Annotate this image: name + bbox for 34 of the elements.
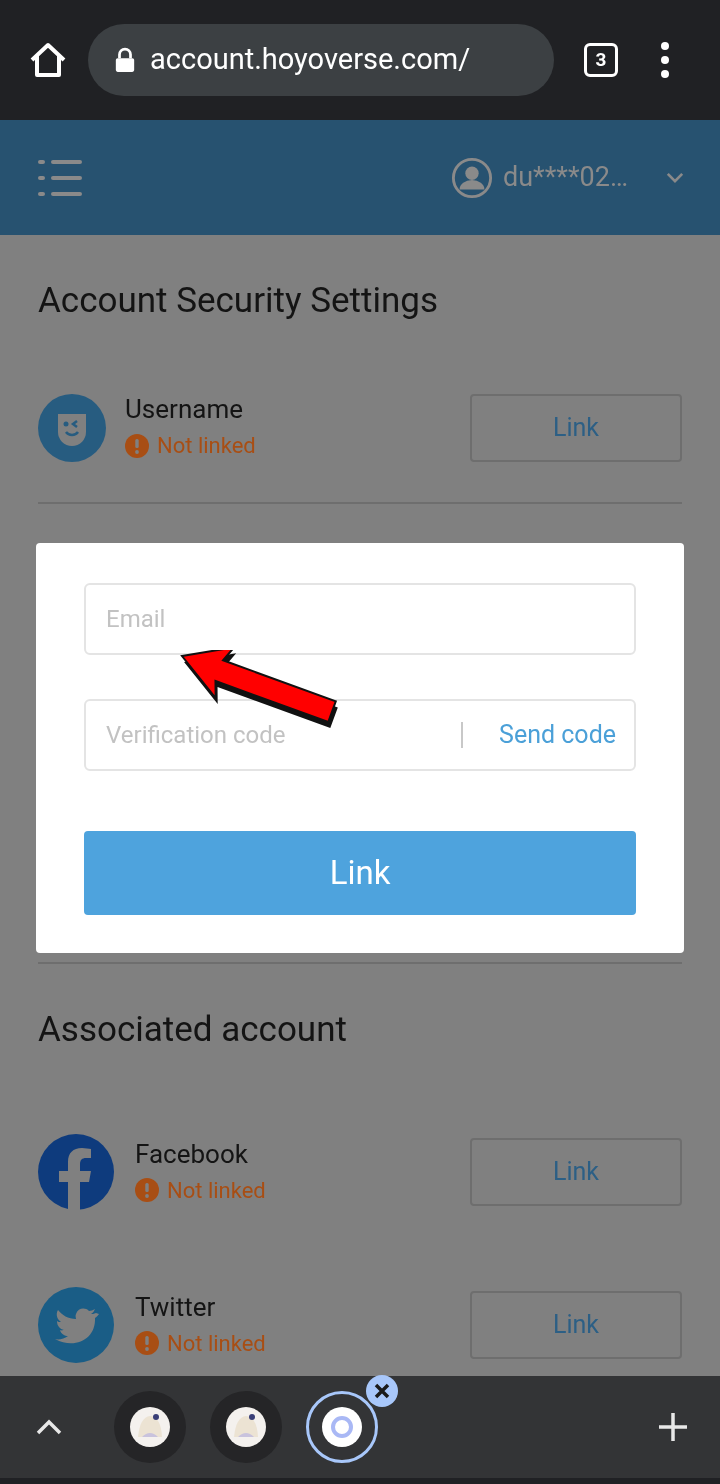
status-text: Not linked xyxy=(157,432,256,460)
link-button[interactable]: Link xyxy=(470,1291,682,1359)
more-icon[interactable] xyxy=(660,40,670,80)
send-code-link[interactable]: Send code xyxy=(499,716,616,754)
home-icon[interactable] xyxy=(28,40,68,80)
account-label: Facebook xyxy=(135,1137,249,1170)
loading-icon xyxy=(322,1407,362,1447)
chevron-up-icon[interactable] xyxy=(36,1419,62,1435)
warning-icon xyxy=(135,1178,159,1202)
link-button[interactable]: Link xyxy=(470,1138,682,1206)
status-text: Not linked xyxy=(167,1176,266,1205)
section-title: Account Security Settings xyxy=(38,279,439,323)
figure-thumbnail-icon xyxy=(130,1407,170,1447)
section-title: Associated account xyxy=(38,1008,348,1052)
bird-icon xyxy=(38,1287,114,1363)
username-text[interactable]: du****02… xyxy=(502,157,628,198)
account-label: Username xyxy=(125,393,244,425)
lock-icon xyxy=(114,47,136,73)
account-label: Twitter xyxy=(135,1290,217,1323)
figure-thumbnail-icon xyxy=(226,1407,266,1447)
status-text: Not linked xyxy=(167,1329,266,1358)
tab-count-button[interactable]: 3 xyxy=(584,43,618,77)
facebook-icon xyxy=(38,1134,114,1210)
warning-icon xyxy=(125,433,149,458)
warning-icon xyxy=(135,1331,159,1355)
close-icon[interactable] xyxy=(366,1375,398,1407)
verification-code-field[interactable]: Verification code Send code xyxy=(84,699,636,771)
url-text: account.hoyoverse.com/ xyxy=(150,41,471,79)
plus-icon[interactable] xyxy=(658,1412,688,1442)
email-field[interactable]: Email xyxy=(84,583,636,655)
address-bar[interactable]: account.hoyoverse.com/ xyxy=(88,24,554,96)
link-button[interactable]: Link xyxy=(84,831,636,915)
link-button[interactable]: Link xyxy=(470,393,682,462)
smiley-badge-icon xyxy=(38,393,106,462)
